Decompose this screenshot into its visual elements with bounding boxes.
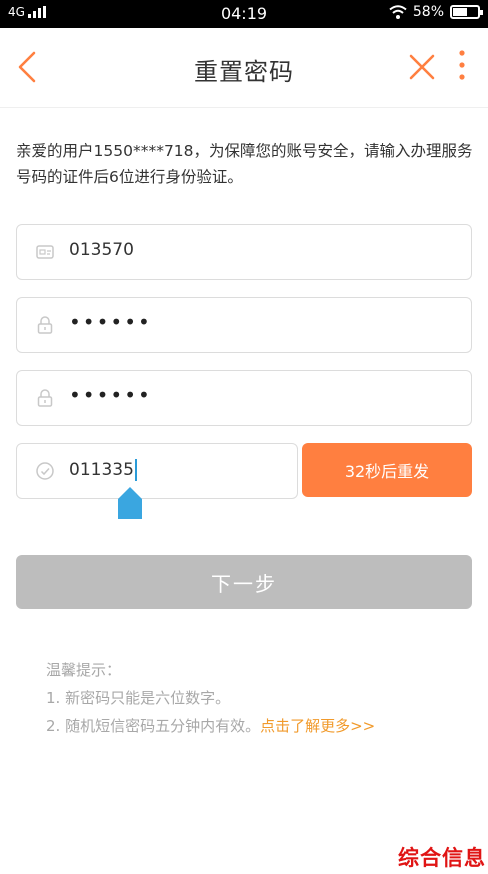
sms-code-input: 011335 xyxy=(69,459,137,481)
lock-icon xyxy=(37,316,53,334)
next-step-button[interactable]: 下一步 xyxy=(16,555,472,609)
tips-heading: 温馨提示： xyxy=(46,661,122,679)
battery-icon xyxy=(450,5,483,19)
status-bar: 4G 04:19 58% xyxy=(0,0,488,28)
sms-code-field[interactable]: 011335 xyxy=(16,443,298,499)
text-selection-handle[interactable] xyxy=(117,486,143,520)
nav-bar: 重置密码 xyxy=(0,28,488,108)
resend-code-button[interactable]: 32秒后重发 xyxy=(302,443,472,497)
wifi-icon xyxy=(389,5,407,19)
tip-item-2: 2. 随机短信密码五分钟内有效。点击了解更多>> xyxy=(46,712,375,740)
clock-icon xyxy=(36,462,54,480)
sms-code-value: 011335 xyxy=(69,460,134,480)
tip-item-1: 1. 新密码只能是六位数字。 xyxy=(46,689,231,707)
lock-icon xyxy=(37,389,53,407)
tip-item-2-text: 2. 随机短信密码五分钟内有效。 xyxy=(46,717,261,735)
confirm-password-value: •••••• xyxy=(69,383,152,407)
new-password-field[interactable]: •••••• xyxy=(16,297,472,353)
id-card-icon xyxy=(36,245,54,259)
id-number-value: 013570 xyxy=(69,240,134,260)
confirm-password-field[interactable]: •••••• xyxy=(16,370,472,426)
watermark: 综合信息 xyxy=(398,846,486,870)
more-vertical-icon[interactable] xyxy=(452,48,472,84)
new-password-value: •••••• xyxy=(69,310,152,334)
learn-more-link[interactable]: 点击了解更多>> xyxy=(260,717,375,735)
id-number-field[interactable]: 013570 xyxy=(16,224,472,280)
verification-instructions: 亲爱的用户1550****718，为保障您的账号安全，请输入办理服务号码的证件后… xyxy=(16,142,473,186)
tips-section: 温馨提示： 1. 新密码只能是六位数字。 2. 随机短信密码五分钟内有效。点击了… xyxy=(46,656,375,740)
text-cursor xyxy=(134,459,137,481)
close-icon[interactable] xyxy=(408,52,436,82)
battery-level xyxy=(453,8,467,16)
status-right: 58% xyxy=(389,4,483,20)
battery-percent: 58% xyxy=(412,4,444,20)
